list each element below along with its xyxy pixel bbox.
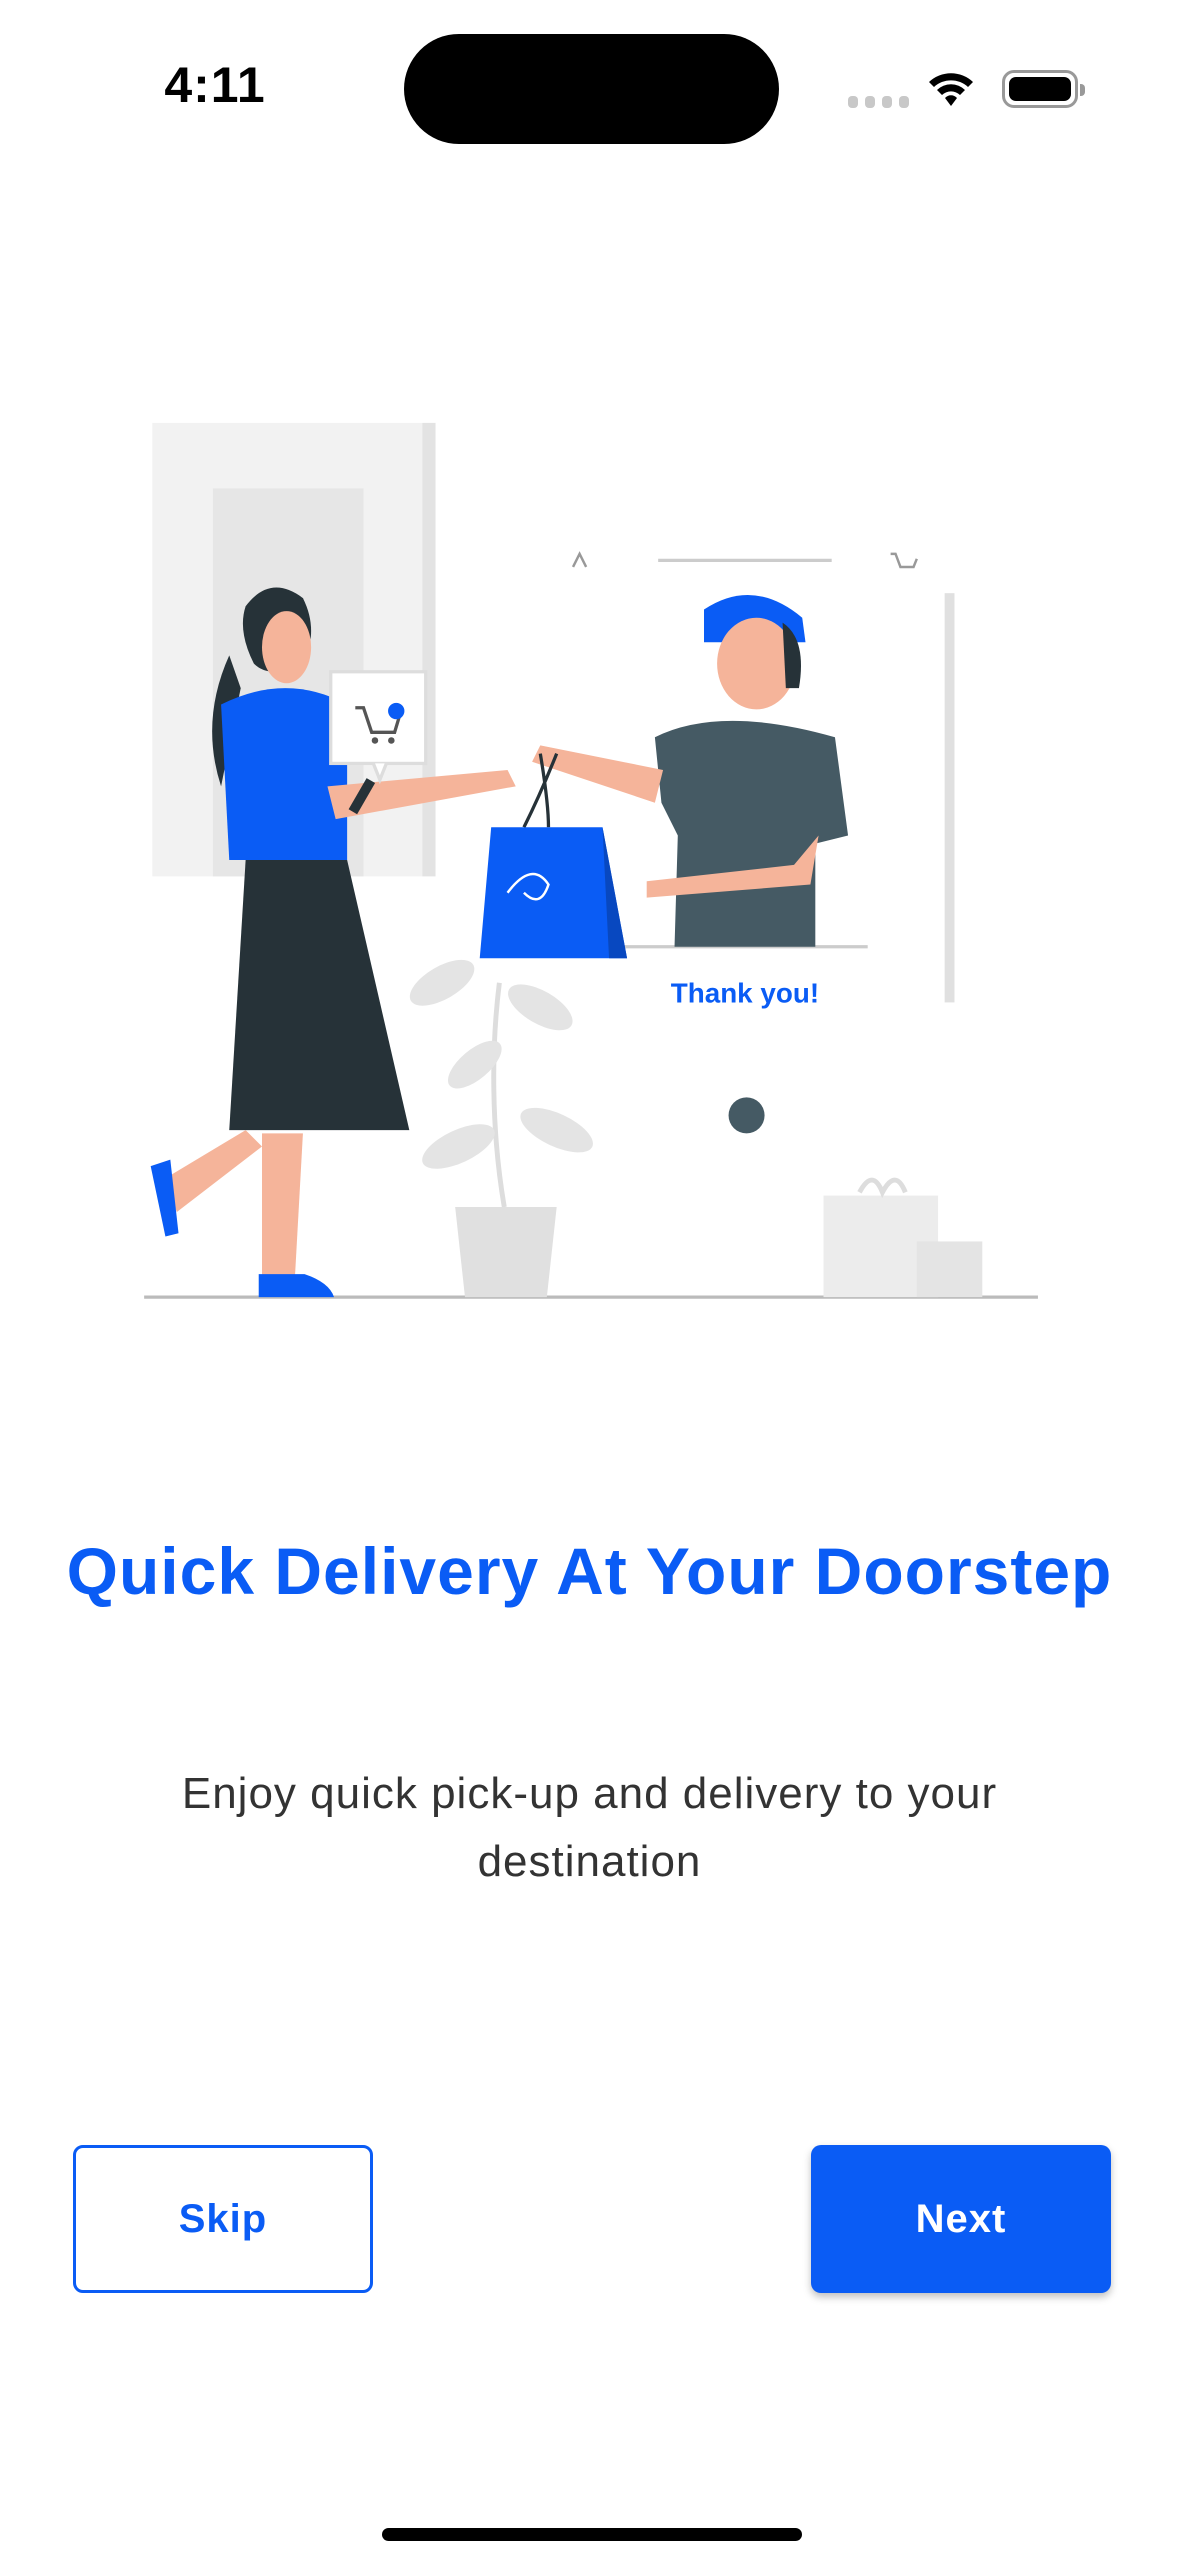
battery-icon [1002, 70, 1085, 108]
onboarding-subtitle: Enjoy quick pick-up and delivery to your… [181, 1769, 998, 1886]
cart-icon [890, 552, 918, 569]
dynamic-island [404, 34, 779, 144]
gift-boxes [823, 1177, 983, 1298]
status-time: 4:11 [164, 57, 266, 113]
next-button[interactable]: Next [811, 2145, 1111, 2293]
cart-bubble-icon [329, 670, 428, 785]
cellular-signal-icon [848, 96, 909, 108]
home-indicator[interactable] [382, 2528, 802, 2541]
onboarding-title: Quick Delivery At Your Doorstep [66, 1534, 1113, 1608]
delivery-illustration: Thank you! [144, 422, 1038, 1299]
thank-you-caption: Thank you! [671, 977, 819, 1008]
home-icon [571, 551, 588, 568]
skip-button[interactable]: Skip [73, 2145, 373, 2293]
wifi-icon [929, 73, 973, 106]
plant [409, 959, 593, 1298]
